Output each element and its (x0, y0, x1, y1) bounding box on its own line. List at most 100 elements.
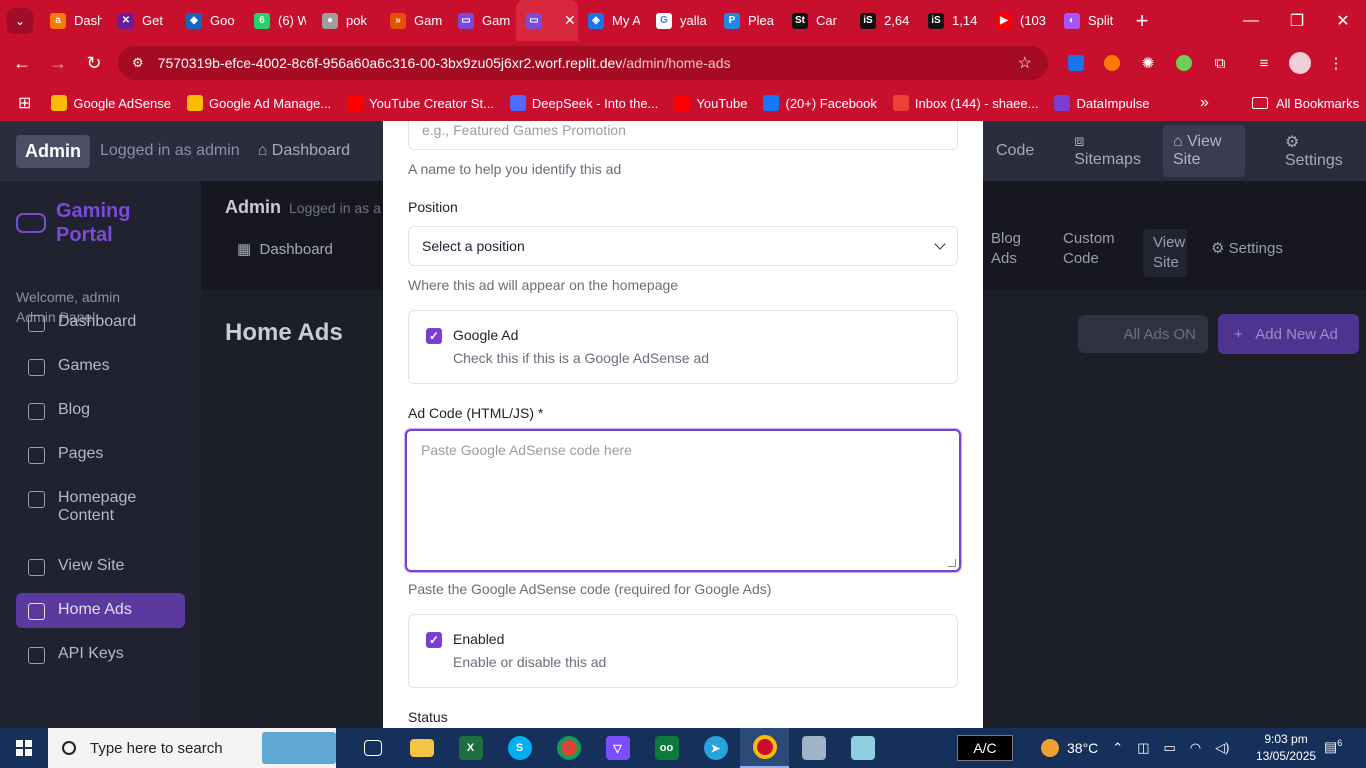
browser-tab[interactable]: ◆ Goo (176, 0, 244, 41)
bookmark-item[interactable]: (20+) Facebook (755, 95, 884, 111)
weather-icon[interactable] (1041, 739, 1059, 757)
browser-tab[interactable]: a Dash (40, 0, 108, 41)
sub-nav-dashboard[interactable]: ▦ Dashboard (237, 240, 333, 258)
browser-tab[interactable]: P Plea (714, 0, 782, 41)
browser-tab[interactable]: ● pok (312, 0, 380, 41)
google-ad-checkbox[interactable]: ✓ (426, 328, 442, 344)
clock[interactable]: 9:03 pm 13/05/2025 (1256, 731, 1316, 765)
add-new-ad-button[interactable]: + Add New Ad (1218, 314, 1359, 354)
app-icon[interactable] (789, 728, 838, 768)
close-window-button[interactable]: ✕ (1320, 0, 1366, 41)
media-control-icon[interactable]: ≡ (1246, 55, 1282, 72)
ac-indicator[interactable]: A/C (957, 735, 1013, 761)
sidebar-item-icon (28, 403, 45, 420)
browser-tab[interactable]: iS 1,14 (918, 0, 986, 41)
more-bookmarks-chevron-icon[interactable]: » (1200, 85, 1209, 121)
telegram-icon[interactable]: ➤ (691, 728, 740, 768)
nav-dashboard[interactable]: ⌂ Dashboard (258, 142, 350, 160)
sidebar-item-homepage-content[interactable]: Homepage Content (16, 481, 185, 533)
bookmark-item[interactable]: DataImpulse (1046, 95, 1157, 111)
nav-view-site[interactable]: ⌂ View Site (1162, 125, 1245, 177)
minimize-button[interactable]: — (1228, 0, 1274, 41)
bookmark-item[interactable]: YouTube Creator St... (339, 95, 502, 111)
task-view-icon[interactable] (348, 728, 397, 768)
browser-tab[interactable]: ✕ Get (108, 0, 176, 41)
bookmark-item[interactable]: YouTube (666, 95, 755, 111)
close-tab-icon[interactable]: ✕ (564, 12, 576, 29)
sub-nav-settings[interactable]: ⚙ Settings (1211, 239, 1283, 277)
camera-icon[interactable]: ◫ (1137, 740, 1149, 756)
goodreads-app-icon[interactable]: oo (642, 728, 691, 768)
sidebar-item-games[interactable]: Games (16, 349, 185, 384)
vpn-app-icon[interactable]: ▽ (593, 728, 642, 768)
tab-label: Goo (210, 13, 235, 28)
extension-icon[interactable] (1058, 55, 1094, 71)
sub-nav-custom-code[interactable]: Custom Code (1063, 229, 1119, 277)
browser-tab[interactable]: » Gam (380, 0, 448, 41)
browser-tab[interactable]: ◈ My A (578, 0, 646, 41)
position-select[interactable]: Select a position (408, 226, 958, 266)
taskbar-search[interactable]: Type here to search (48, 728, 336, 768)
new-tab-button[interactable]: + (1122, 8, 1162, 34)
apps-grid-icon[interactable]: ⊞ (0, 93, 43, 113)
bookmark-item[interactable]: Google AdSense (43, 95, 179, 111)
nav-sitemaps[interactable]: ⧈ Sitemaps (1074, 133, 1141, 169)
sidebar-item-view-site[interactable]: View Site (16, 549, 185, 584)
browser-tab[interactable]: iS 2,64 (850, 0, 918, 41)
ad-name-input[interactable]: e.g., Featured Games Promotion (408, 121, 958, 150)
sidebar-item-api-keys[interactable]: API Keys (16, 637, 185, 672)
sub-nav-view-site[interactable]: View Site (1143, 229, 1187, 277)
browser-tab[interactable]: ◐ Split (1054, 0, 1122, 41)
nav-code[interactable]: Code (996, 142, 1034, 160)
battery-icon[interactable]: ▭ (1163, 740, 1175, 756)
tab-label: My A (612, 13, 640, 28)
site-info-icon[interactable]: ⚙ (132, 55, 144, 71)
brand-logo[interactable]: Gaming Portal (16, 199, 146, 247)
browser-tab[interactable]: ▶ (103 (986, 0, 1054, 41)
all-ads-toggle[interactable]: All Ads ON (1078, 315, 1208, 353)
wifi-icon[interactable]: ◠ (1190, 740, 1201, 756)
cookie-extension-icon[interactable]: ✺ (1130, 54, 1166, 72)
nav-settings[interactable]: ⚙ Settings (1285, 132, 1344, 170)
skype-icon[interactable]: S (495, 728, 544, 768)
browser-tab[interactable]: ▭ Gam (448, 0, 516, 41)
sidebar-item-pages[interactable]: Pages (16, 437, 185, 472)
sidebar-item-blog[interactable]: Blog (16, 393, 185, 428)
notifications-icon[interactable]: ▤6 (1324, 738, 1342, 756)
bookmark-star-icon[interactable]: ☆ (1018, 53, 1032, 73)
extension-icon[interactable] (1094, 55, 1130, 71)
enabled-checkbox[interactable]: ✓ (426, 632, 442, 648)
reload-button[interactable]: ↻ (76, 41, 112, 85)
resize-handle[interactable] (948, 559, 956, 567)
browser-tab[interactable]: St Car (782, 0, 850, 41)
tab-active[interactable]: ▭ ✕ (516, 0, 578, 41)
all-bookmarks-button[interactable]: All Bookmarks (1252, 85, 1359, 121)
chevron-up-icon[interactable]: ⌃ (1112, 740, 1123, 756)
excel-icon[interactable]: X (446, 728, 495, 768)
profile-avatar[interactable] (1282, 52, 1318, 74)
file-explorer-icon[interactable] (397, 728, 446, 768)
chrome-icon[interactable] (544, 728, 593, 768)
bookmark-item[interactable]: Google Ad Manage... (179, 95, 339, 111)
extensions-puzzle-icon[interactable]: ⧉ (1202, 55, 1238, 72)
bookmark-item[interactable]: DeepSeek - Into the... (502, 95, 666, 111)
app-icon[interactable] (838, 728, 887, 768)
sidebar-item-dashboard[interactable]: Dashboard (16, 305, 185, 340)
temperature[interactable]: 38°C (1067, 740, 1098, 756)
chrome-active-icon[interactable] (740, 728, 789, 768)
back-button[interactable]: ← (4, 41, 40, 85)
browser-tab[interactable]: 6 (6) W (244, 0, 312, 41)
forward-button[interactable]: → (40, 41, 76, 85)
browser-menu-icon[interactable]: ⋮ (1318, 54, 1354, 72)
sidebar-item-home-ads[interactable]: Home Ads (16, 593, 185, 628)
restore-button[interactable]: ❐ (1274, 0, 1320, 41)
sub-nav-blog-ads[interactable]: Blog Ads (991, 229, 1039, 277)
browser-tab[interactable]: Gyalla (646, 0, 714, 41)
start-button[interactable] (0, 728, 48, 768)
extension-icon[interactable] (1166, 55, 1202, 71)
bookmark-item[interactable]: Inbox (144) - shaee... (885, 95, 1047, 111)
tab-search-button[interactable]: ⌄ (0, 0, 40, 41)
volume-icon[interactable]: ◁) (1215, 740, 1229, 756)
ad-code-textarea[interactable]: Paste Google AdSense code here (405, 429, 961, 572)
address-bar[interactable]: ⚙ 7570319b-efce-4002-8c6f-956a60a6c316-0… (118, 46, 1048, 80)
